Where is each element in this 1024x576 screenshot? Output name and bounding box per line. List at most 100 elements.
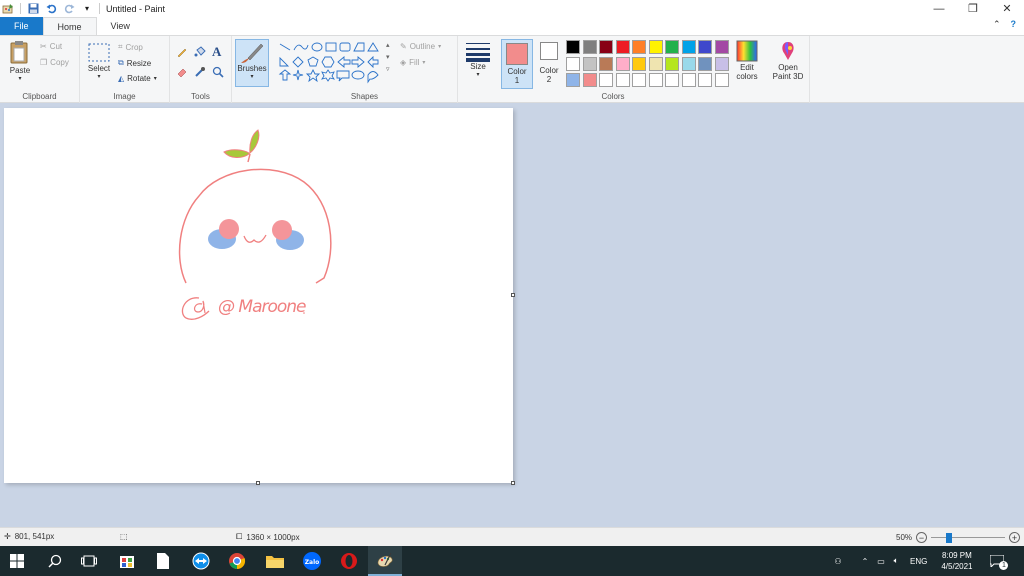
- crop-button[interactable]: ⌗ Crop: [118, 42, 143, 52]
- drawing-canvas[interactable]: @ Maroone: [4, 108, 515, 485]
- open-paint3d-button[interactable]: Open Paint 3D: [768, 40, 808, 81]
- save-icon[interactable]: [27, 3, 39, 15]
- palette-swatch[interactable]: [698, 56, 712, 71]
- paste-dropdown-icon[interactable]: ▾: [18, 75, 21, 82]
- palette-swatch[interactable]: [615, 40, 630, 54]
- resize-button[interactable]: ⧉ Resize: [118, 58, 151, 68]
- minimize-button[interactable]: —: [922, 0, 956, 17]
- shapes-scroll[interactable]: ▴ ▾ ▿: [386, 40, 390, 76]
- volume-icon[interactable]: 🔈︎: [888, 556, 904, 566]
- brushes-button[interactable]: Brushes ▾: [235, 39, 269, 87]
- store-icon: [120, 556, 134, 568]
- palette-swatch[interactable]: [566, 40, 580, 54]
- palette-swatch[interactable]: [566, 73, 580, 87]
- palette-swatch[interactable]: [681, 56, 696, 71]
- palette-swatch[interactable]: [648, 73, 663, 87]
- palette-swatch[interactable]: [632, 40, 646, 54]
- color1-button[interactable]: Color 1: [501, 39, 533, 89]
- zalo-icon-label: Zalo: [305, 559, 320, 566]
- redo-icon[interactable]: [63, 3, 75, 15]
- zoom-slider[interactable]: [931, 532, 1006, 543]
- collapse-ribbon-icon[interactable]: ⌃: [993, 19, 1001, 30]
- resize-handle-corner[interactable]: [511, 481, 515, 485]
- shapes-gallery[interactable]: [278, 40, 396, 86]
- taskbar-opera[interactable]: [332, 546, 366, 576]
- text-tool-icon[interactable]: A: [212, 44, 221, 60]
- tray-overflow-icon[interactable]: ⌃: [856, 557, 874, 566]
- palette-swatch[interactable]: [698, 40, 712, 54]
- palette-swatch[interactable]: [665, 40, 679, 54]
- palette-swatch[interactable]: [632, 73, 646, 87]
- zoom-slider-thumb[interactable]: [946, 532, 953, 543]
- palette-swatch[interactable]: [681, 73, 696, 87]
- tools-group: A Tools: [170, 36, 232, 103]
- palette-swatch[interactable]: [714, 56, 729, 71]
- taskbar-app-store[interactable]: [110, 546, 144, 576]
- palette-swatch[interactable]: [599, 40, 613, 54]
- palette-swatch[interactable]: [632, 56, 646, 71]
- eraser-icon[interactable]: [176, 66, 188, 80]
- taskbar-notes[interactable]: [146, 546, 180, 576]
- paste-button[interactable]: Paste ▾: [6, 40, 34, 82]
- crosshair-icon: ✛: [4, 532, 11, 541]
- palette-swatch[interactable]: [582, 40, 597, 54]
- palette-swatch[interactable]: [648, 56, 663, 71]
- undo-icon[interactable]: [45, 3, 57, 15]
- palette-swatch[interactable]: [599, 73, 613, 87]
- taskbar-file-explorer[interactable]: [258, 546, 292, 576]
- close-button[interactable]: ✕: [990, 0, 1024, 17]
- tab-home[interactable]: Home: [42, 17, 97, 35]
- magnifier-icon[interactable]: [212, 66, 224, 80]
- help-icon[interactable]: ?: [1011, 19, 1017, 30]
- fill-button[interactable]: ◈ Fill ▾: [400, 58, 425, 67]
- palette-swatch[interactable]: [615, 56, 630, 71]
- resize-handle-bottom[interactable]: [256, 481, 260, 485]
- palette-swatch[interactable]: [599, 56, 613, 71]
- size-button[interactable]: Size ▾: [464, 42, 492, 78]
- battery-icon[interactable]: ▭: [874, 557, 888, 566]
- palette-swatch[interactable]: [714, 40, 729, 54]
- palette-swatch[interactable]: [566, 56, 580, 71]
- maximize-button[interactable]: ❐: [956, 0, 990, 17]
- select-button[interactable]: Select ▾: [86, 42, 112, 80]
- palette-swatch[interactable]: [681, 40, 696, 54]
- rotate-button[interactable]: ◭ Rotate ▾: [118, 74, 157, 83]
- pencil-icon[interactable]: [176, 46, 188, 60]
- color-picker-icon[interactable]: [194, 66, 206, 80]
- tab-view[interactable]: View: [97, 17, 144, 35]
- task-view-button[interactable]: [72, 546, 106, 576]
- copy-button[interactable]: ❐ Copy: [40, 58, 69, 67]
- cut-button[interactable]: ✂ Cut: [40, 42, 62, 51]
- edit-colors-button[interactable]: Edit colors: [732, 40, 762, 81]
- search-button[interactable]: [38, 546, 72, 576]
- zoom-in-icon[interactable]: +: [1009, 532, 1021, 543]
- customize-qat-icon[interactable]: ▾: [81, 3, 93, 15]
- palette-swatch[interactable]: [714, 73, 729, 87]
- tab-file[interactable]: File: [0, 17, 43, 35]
- clock[interactable]: 8:09 PM 4/5/2021: [941, 550, 972, 572]
- palette-swatch[interactable]: [665, 73, 679, 87]
- notification-center-button[interactable]: 1: [989, 554, 1009, 570]
- paint-app-icon[interactable]: [2, 3, 14, 15]
- palette-swatch[interactable]: [698, 73, 712, 87]
- taskbar-teamviewer[interactable]: [184, 546, 218, 576]
- palette-swatch[interactable]: [648, 40, 663, 54]
- resize-handle-right[interactable]: [511, 293, 515, 297]
- palette-swatch[interactable]: [582, 56, 597, 71]
- palette-swatch[interactable]: [582, 73, 597, 87]
- people-icon[interactable]: ⚇: [830, 557, 846, 566]
- paste-label: Paste: [9, 66, 31, 75]
- select-dropdown-icon[interactable]: ▾: [97, 73, 100, 80]
- palette-swatch[interactable]: [665, 56, 679, 71]
- color2-button[interactable]: Color 2: [536, 42, 562, 84]
- taskbar-chrome[interactable]: [220, 546, 254, 576]
- outline-button[interactable]: ✎ Outline ▾: [400, 42, 441, 51]
- fill-bucket-icon[interactable]: [194, 46, 206, 60]
- start-button[interactable]: [0, 546, 34, 576]
- palette-swatch[interactable]: [615, 73, 630, 87]
- taskbar-zalo[interactable]: Zalo: [295, 546, 329, 576]
- zoom-out-icon[interactable]: −: [916, 532, 928, 543]
- taskbar-paint[interactable]: [368, 546, 402, 576]
- paste-icon: [10, 41, 28, 64]
- language-indicator[interactable]: ENG: [910, 557, 927, 566]
